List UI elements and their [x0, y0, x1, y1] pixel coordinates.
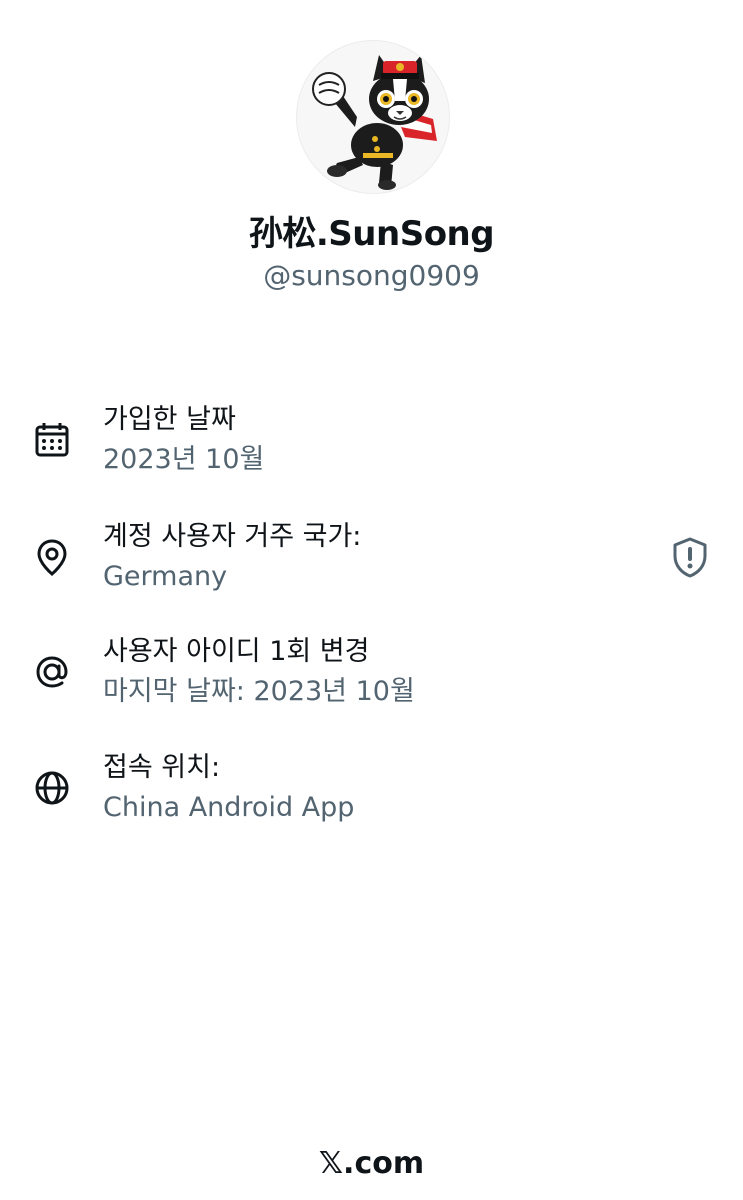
profile-handle: @sunsong0909: [263, 259, 480, 292]
calendar-icon: [32, 420, 72, 460]
location-pin-icon: [32, 537, 72, 577]
joined-date-label: 가입한 날짜: [103, 404, 236, 435]
username-changes-label: 사용자 아이디 1회 변경: [103, 636, 370, 667]
account-country-value: Germany: [103, 561, 228, 592]
x-com-brand: 𝕏.com: [318, 1146, 425, 1181]
globe-icon: [32, 768, 72, 808]
cat-mascot-image: [312, 55, 437, 190]
profile-display-name: 孙松.SunSong: [248, 214, 495, 254]
username-changes-value: 마지막 날짜: 2023년 10월: [103, 676, 415, 707]
connected-via-label: 접속 위치:: [103, 752, 221, 783]
joined-date-row: 가입한 날짜 2023년 10월: [32, 400, 712, 492]
account-country-label: 계정 사용자 거주 국가:: [103, 521, 362, 552]
at-sign-icon: [32, 652, 72, 692]
joined-date-value: 2023년 10월: [103, 444, 265, 475]
account-country-row: 계정 사용자 거주 국가: Germany: [32, 517, 712, 609]
username-changes-row: 사용자 아이디 1회 변경 마지막 날짜: 2023년 10월: [32, 632, 712, 724]
connected-via-row: 접속 위치: China Android App: [32, 748, 712, 840]
shield-alert-icon[interactable]: [670, 536, 710, 578]
avatar[interactable]: [296, 40, 450, 194]
connected-via-value: China Android App: [103, 792, 355, 823]
